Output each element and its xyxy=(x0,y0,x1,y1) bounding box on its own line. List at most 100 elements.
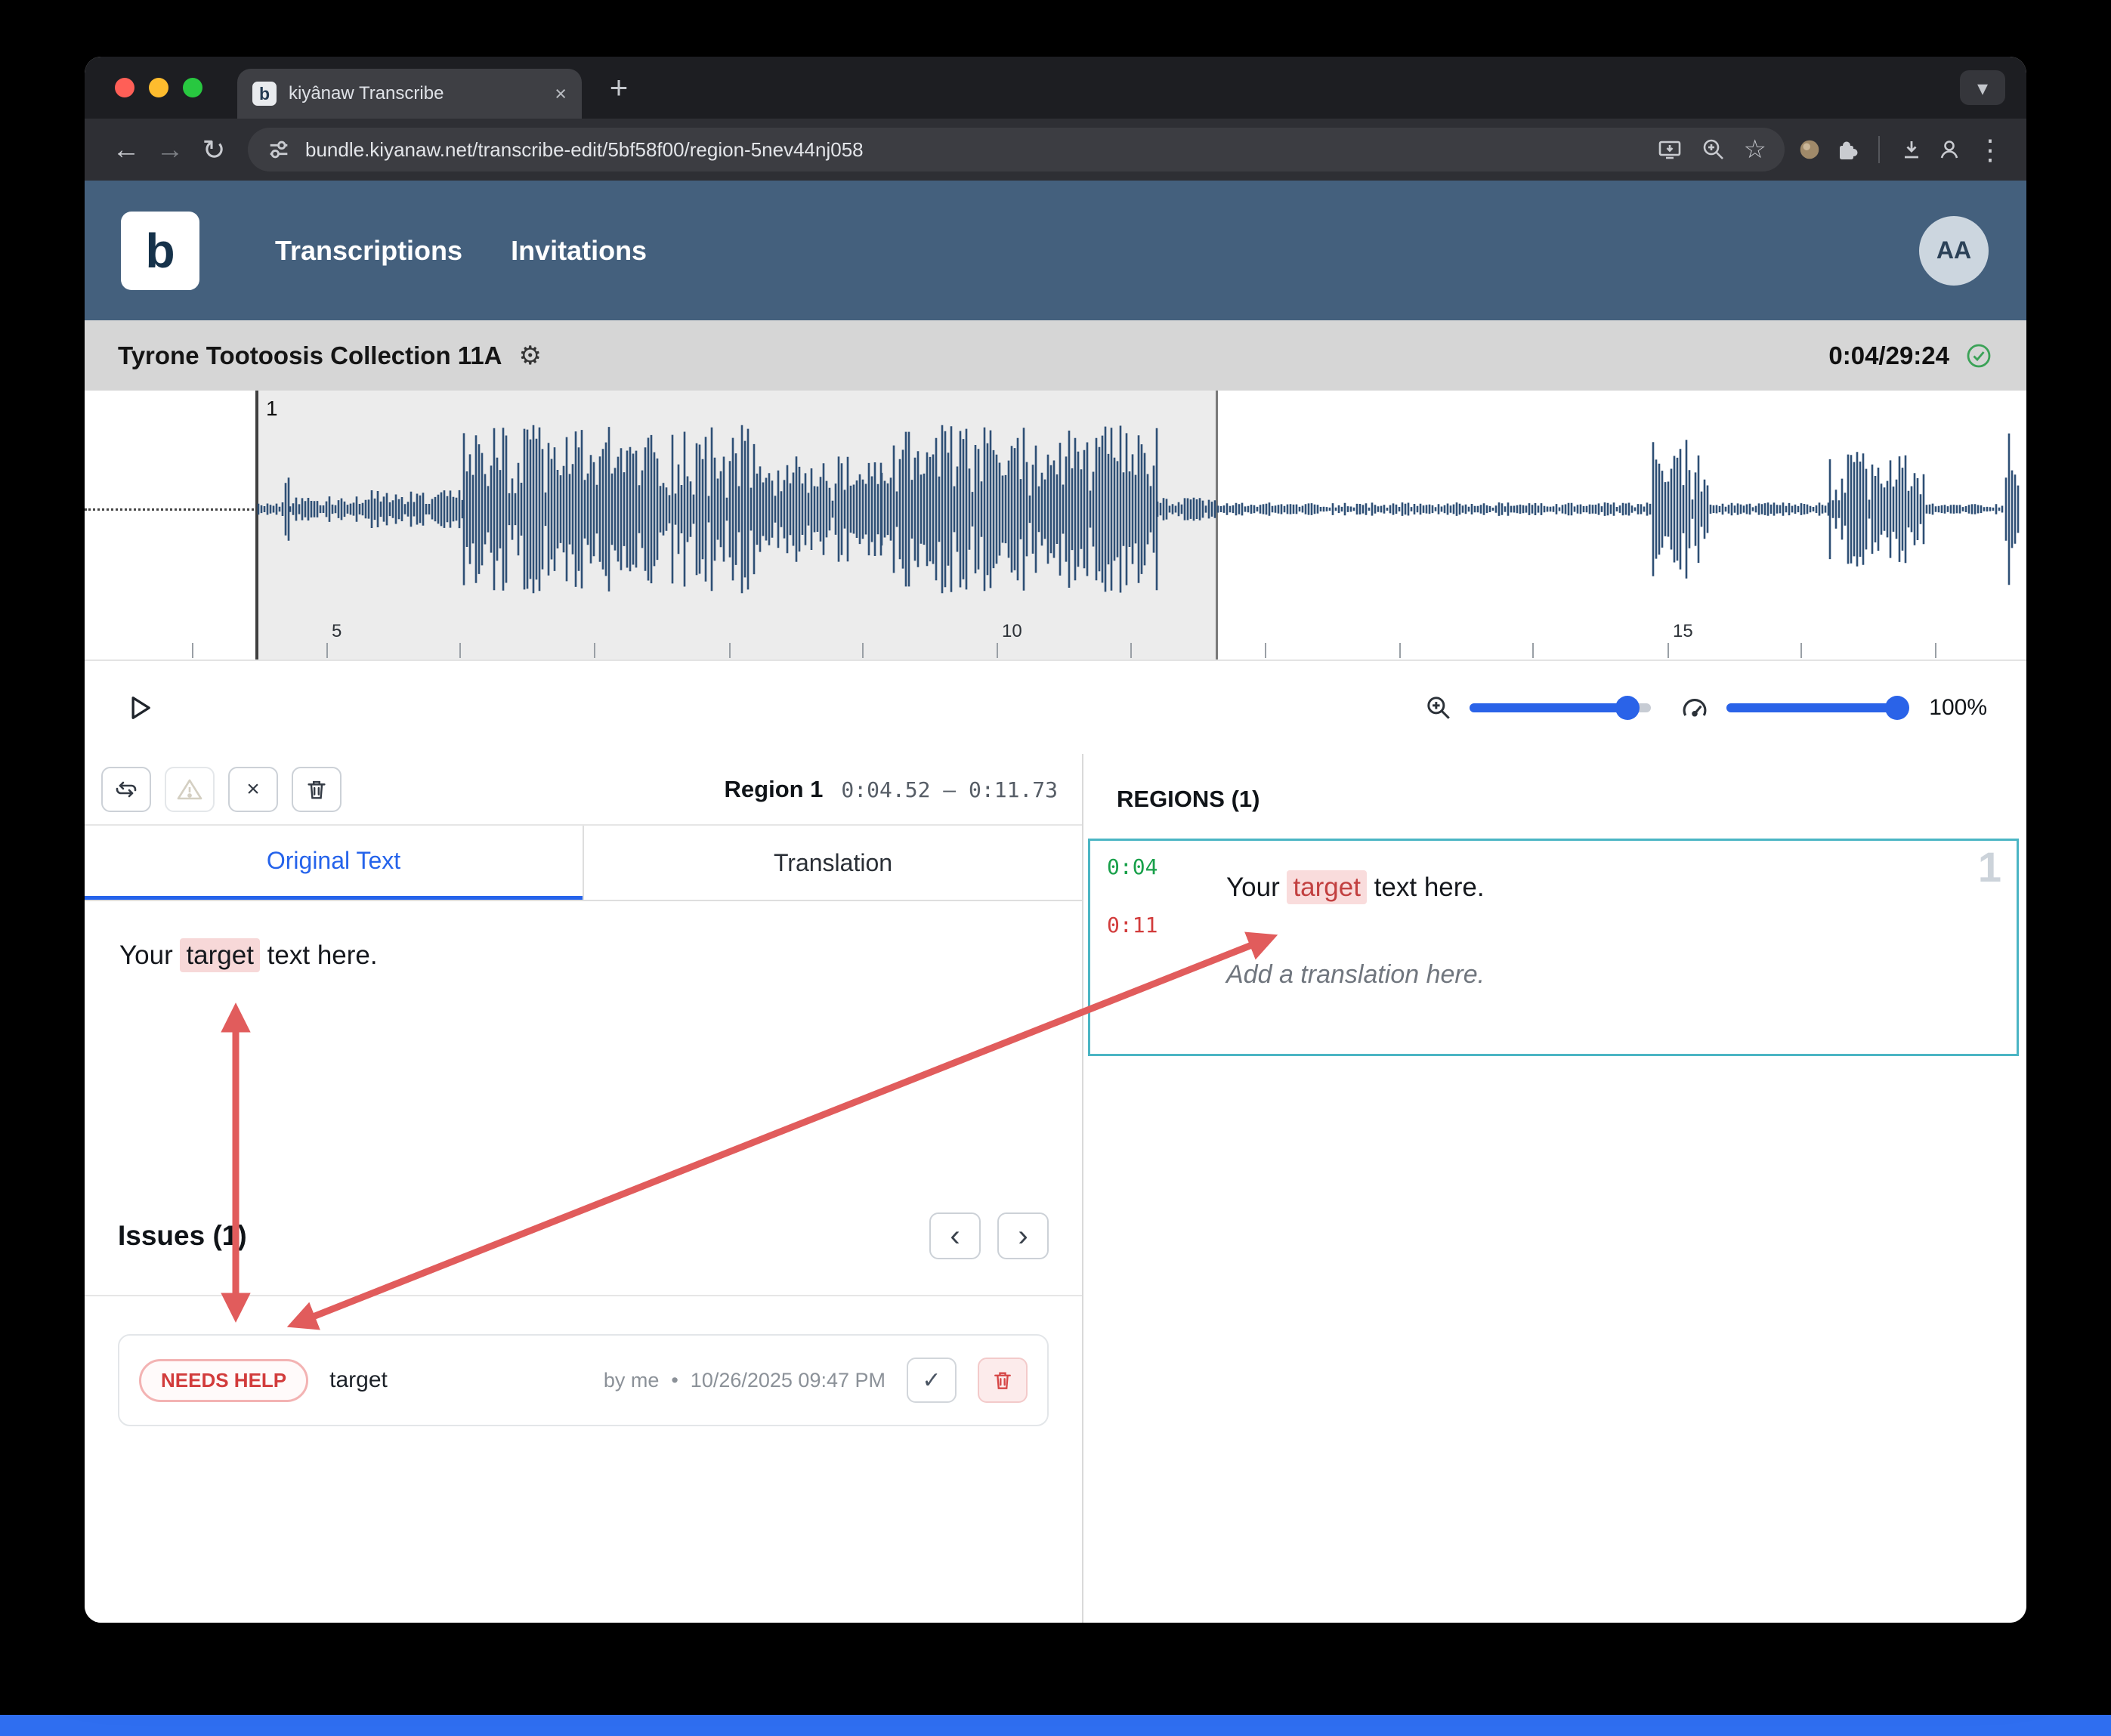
page-zoom-icon[interactable] xyxy=(1700,136,1727,163)
issue-card[interactable]: NEEDS HELP target by me • 10/26/2025 09:… xyxy=(118,1334,1049,1426)
traffic-light-minimize[interactable] xyxy=(149,78,168,97)
tab-original-text[interactable]: Original Text xyxy=(85,826,583,900)
traffic-light-zoom[interactable] xyxy=(183,78,202,97)
issues-pagination: ‹ › xyxy=(929,1212,1049,1259)
tab-strip: b kiyânaw Transcribe × + ▾ xyxy=(85,57,2026,119)
flag-issue-button[interactable] xyxy=(165,766,215,812)
issue-meta: by me • 10/26/2025 09:47 PM xyxy=(604,1369,886,1392)
reload-button[interactable]: ↻ xyxy=(192,128,236,171)
background-window-strip xyxy=(0,1715,2111,1736)
text-after: text here. xyxy=(259,941,378,970)
timeline-tick-label: 10 xyxy=(1002,621,1022,641)
speed-slider-knob[interactable] xyxy=(1884,695,1909,720)
traffic-lights xyxy=(85,78,202,97)
nav-invitations[interactable]: Invitations xyxy=(511,235,647,267)
loop-region-button[interactable] xyxy=(101,766,151,812)
transport-controls: 100% xyxy=(85,659,2026,754)
traffic-light-close[interactable] xyxy=(115,78,134,97)
app-header: b Transcriptions Invitations AA xyxy=(85,181,2026,320)
saved-check-icon xyxy=(1967,344,1991,367)
region-item-content[interactable]: Your target text here. Add a translation… xyxy=(1205,854,2000,1040)
zoom-slider-knob[interactable] xyxy=(1615,695,1640,720)
regions-list-title: REGIONS (1) xyxy=(1117,786,1260,812)
tab-title: kiyânaw Transcribe xyxy=(289,83,444,103)
text-before: Your xyxy=(1226,873,1287,902)
waveform-region-number: 1 xyxy=(266,397,278,420)
region-time-range: 0:04.52 – 0:11.73 xyxy=(841,777,1058,802)
install-app-icon[interactable] xyxy=(1656,136,1683,163)
play-button[interactable] xyxy=(124,692,156,724)
region-title: Region 1 xyxy=(724,775,824,802)
issue-meta-bullet: • xyxy=(671,1368,678,1392)
tab-search-button[interactable]: ▾ xyxy=(1960,70,2005,105)
clear-region-button[interactable]: × xyxy=(228,766,278,812)
warning-triangle-icon xyxy=(177,779,202,799)
timeline-tick-label: 5 xyxy=(332,621,342,641)
issue-resolve-button[interactable]: ✓ xyxy=(907,1358,957,1403)
screenshot-root: b kiyânaw Transcribe × + ▾ ← → ↻ bundle.… xyxy=(0,0,2111,1736)
delete-region-button[interactable] xyxy=(292,766,342,812)
region-list-item[interactable]: 0:04 0:11 Your target text here. Add a t… xyxy=(1088,839,2019,1056)
region-item-times: 0:04 0:11 xyxy=(1107,854,1205,1040)
issues-header: Issues (1) ‹ › xyxy=(85,1177,1082,1296)
issue-status-badge[interactable]: NEEDS HELP xyxy=(139,1358,309,1402)
back-button[interactable]: ← xyxy=(104,128,148,171)
browser-tab[interactable]: b kiyânaw Transcribe × xyxy=(237,69,582,119)
region-end-time: 0:11 xyxy=(1107,913,1158,938)
region-toolbar: × Region 1 0:04.52 – 0:11.73 xyxy=(85,754,1082,824)
waveform-canvas[interactable]: 5 10 15 xyxy=(85,391,2026,659)
new-tab-button[interactable]: + xyxy=(598,67,639,108)
highlighted-word[interactable]: target xyxy=(1287,870,1367,904)
tab-close-icon[interactable]: × xyxy=(555,83,567,104)
nav-transcriptions[interactable]: Transcriptions xyxy=(275,235,462,267)
browser-window: b kiyânaw Transcribe × + ▾ ← → ↻ bundle.… xyxy=(85,57,2026,1623)
zoom-in-icon[interactable] xyxy=(1424,693,1453,722)
app-logo[interactable]: b xyxy=(121,211,199,290)
regions-list-panel: REGIONS (1) 0:04 0:11 Your target text h… xyxy=(1083,754,2026,1623)
extensions-puzzle-icon[interactable] xyxy=(1833,136,1860,163)
settings-gear-icon[interactable]: ⚙ xyxy=(519,341,542,371)
menu-kebab-icon[interactable]: ⋮ xyxy=(1973,128,2007,171)
profile-icon[interactable] xyxy=(1936,136,1963,163)
region-heading: Region 1 0:04.52 – 0:11.73 xyxy=(725,776,1065,803)
issues-next-button[interactable]: › xyxy=(997,1212,1049,1259)
issues-title: Issues (1) xyxy=(118,1220,247,1251)
site-settings-icon[interactable] xyxy=(266,137,292,162)
toolbar-right-icons: ⋮ xyxy=(1797,128,2007,171)
issue-delete-button[interactable] xyxy=(978,1358,1028,1403)
trash-icon xyxy=(994,1372,1011,1389)
editor-tabs: Original Text Translation xyxy=(85,824,1082,901)
playback-speed-icon[interactable] xyxy=(1680,693,1710,723)
trash-icon xyxy=(308,780,326,799)
address-bar[interactable]: bundle.kiyanaw.net/transcribe-edit/5bf58… xyxy=(248,128,1785,171)
highlighted-word[interactable]: target xyxy=(180,938,260,972)
document-title: Tyrone Tootoosis Collection 11A xyxy=(118,341,502,369)
user-avatar[interactable]: AA xyxy=(1919,215,1989,286)
bookmark-star-icon[interactable]: ☆ xyxy=(1744,134,1766,165)
loop-icon xyxy=(116,781,137,797)
tab-translation[interactable]: Translation xyxy=(583,826,1082,900)
timeline-tick-label: 15 xyxy=(1673,621,1693,641)
zoom-slider[interactable] xyxy=(1470,695,1652,720)
waveform-panel[interactable]: 5 10 15 1 xyxy=(85,391,2026,659)
issues-prev-button[interactable]: ‹ xyxy=(929,1212,981,1259)
speed-slider-fill xyxy=(1726,703,1909,712)
omnibox-actions: ☆ xyxy=(1656,134,1766,165)
translation-placeholder[interactable]: Add a translation here. xyxy=(1226,960,2000,990)
downloads-icon[interactable] xyxy=(1898,136,1925,163)
document-subheader: Tyrone Tootoosis Collection 11A ⚙ 0:04/2… xyxy=(85,320,2026,391)
region-item-text[interactable]: Your target text here. xyxy=(1226,870,2000,904)
url-text[interactable]: bundle.kiyanaw.net/transcribe-edit/5bf58… xyxy=(305,138,1643,162)
playback-time: 0:04/29:24 xyxy=(1828,341,1949,369)
region-item-index: 1 xyxy=(1977,843,2001,891)
text-after: text here. xyxy=(1366,873,1485,902)
speed-percent-label: 100% xyxy=(1929,694,1987,720)
forward-button[interactable]: → xyxy=(148,128,192,171)
transcription-text-editor[interactable]: Your target text here. xyxy=(85,901,1082,1177)
extension-orb-icon[interactable] xyxy=(1797,137,1822,162)
speed-slider[interactable] xyxy=(1726,695,1909,720)
transcription-text[interactable]: Your target text here. xyxy=(119,938,1047,972)
waveform-bars xyxy=(257,425,2020,594)
browser-toolbar: ← → ↻ bundle.kiyanaw.net/transcribe-edit… xyxy=(85,119,2026,181)
region-editor-panel: × Region 1 0:04.52 – 0:11.73 Original Te… xyxy=(85,754,1083,1623)
